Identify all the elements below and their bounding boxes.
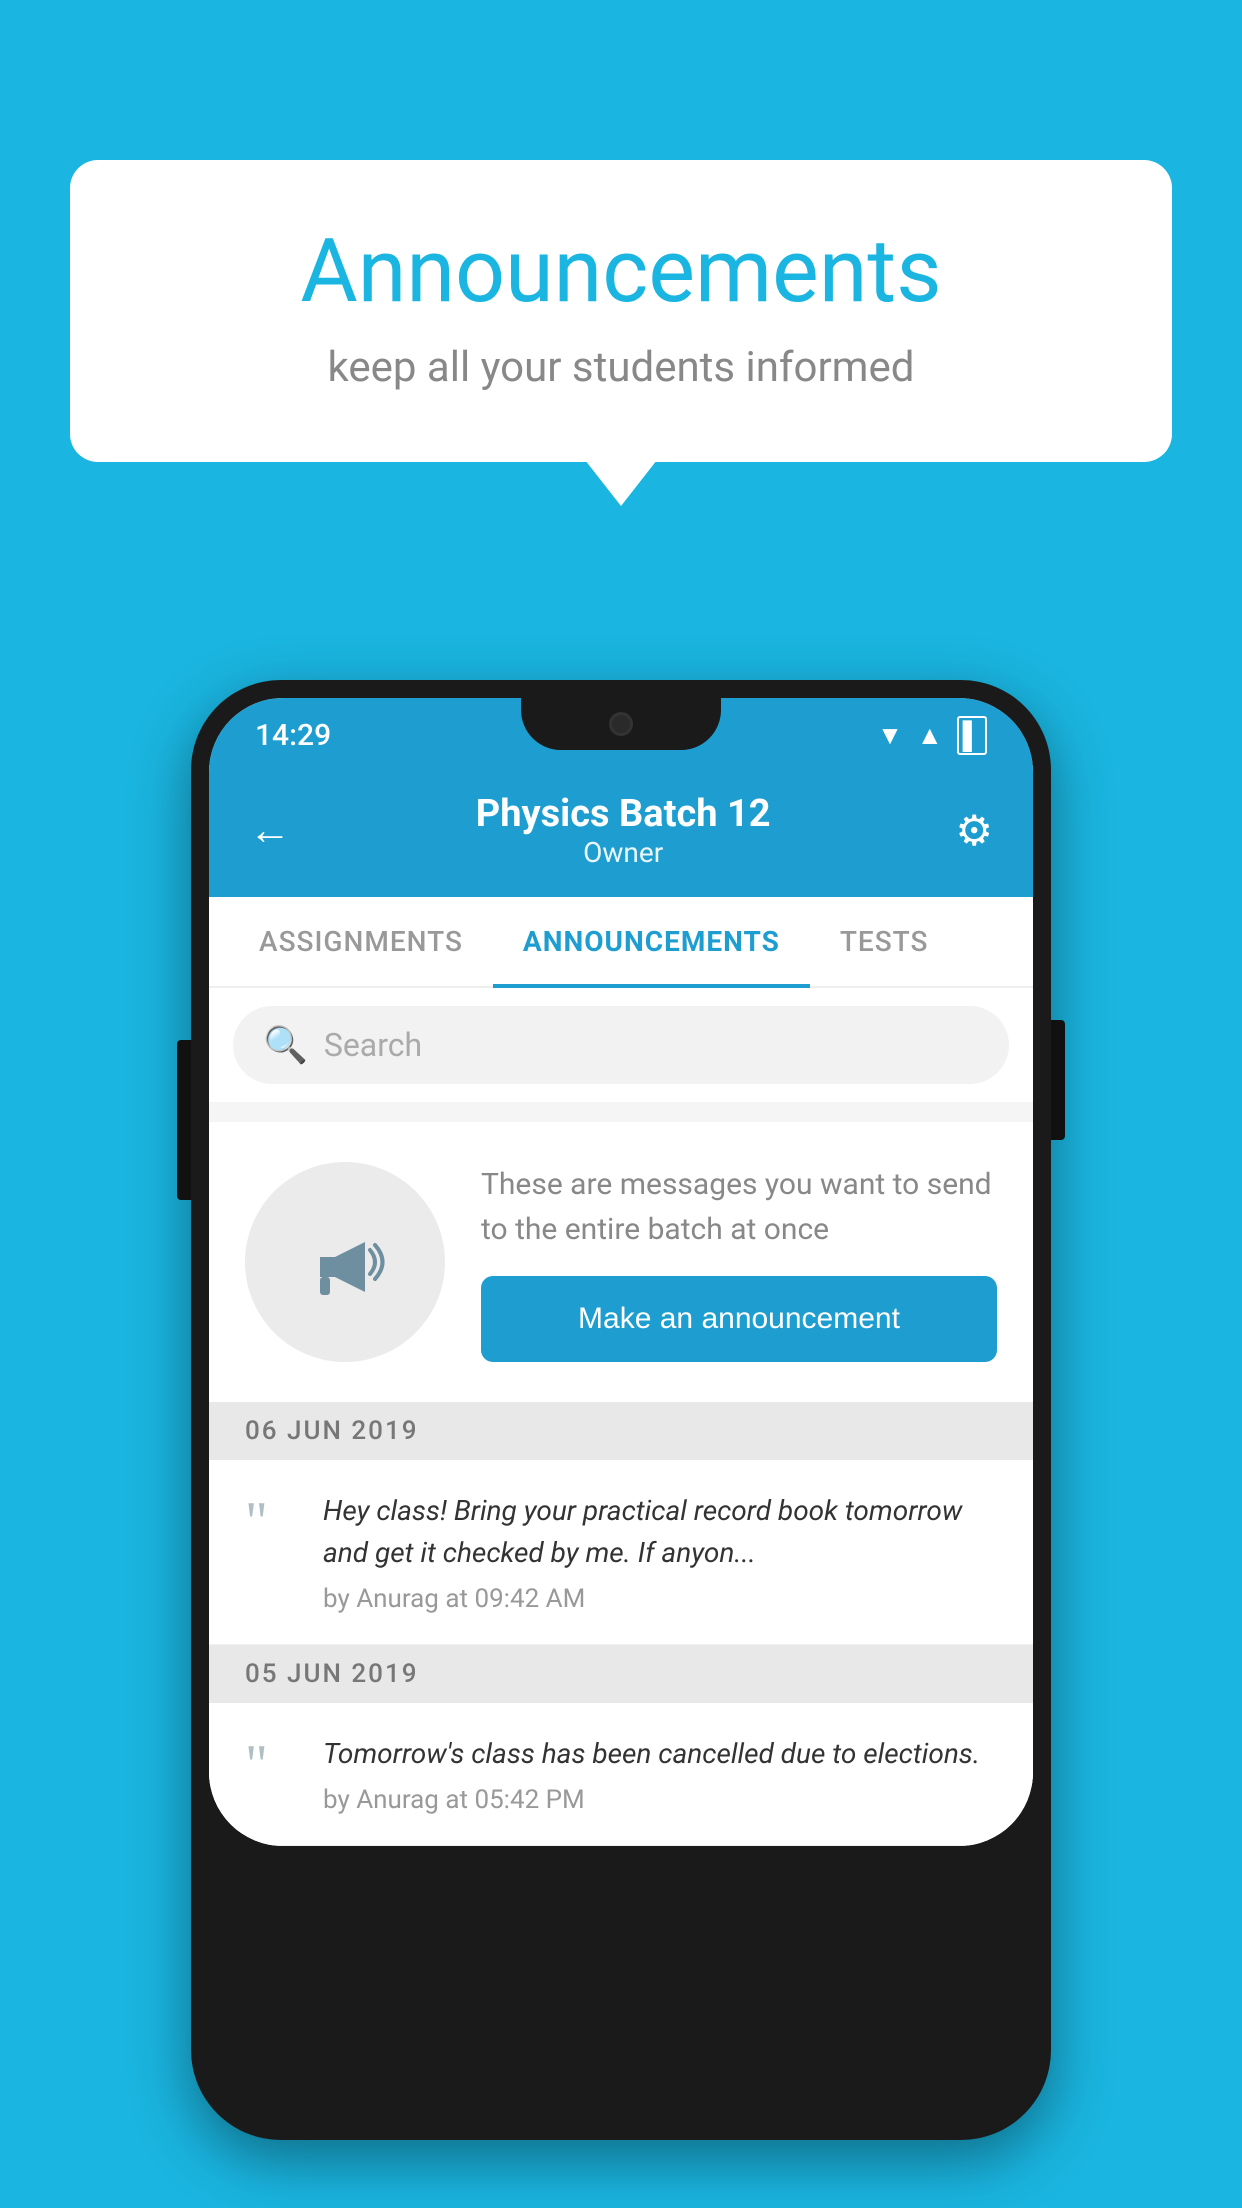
status-bar: 14:29 ▼ ▲ ▌: [209, 698, 1033, 772]
quote-icon-2: ": [245, 1737, 295, 1793]
announcement-prompt-card: These are messages you want to send to t…: [209, 1122, 1033, 1402]
speech-bubble-title: Announcements: [150, 220, 1092, 323]
phone-mockup: 14:29 ▼ ▲ ▌ ← Physics Batch 12 Owner ⚙: [191, 680, 1051, 2140]
announcement-text-block-1: Hey class! Bring your practical record b…: [323, 1490, 997, 1614]
announcement-item-1[interactable]: " Hey class! Bring your practical record…: [209, 1460, 1033, 1645]
announcement-meta-1: by Anurag at 09:42 AM: [323, 1584, 997, 1614]
announcement-message-2: Tomorrow's class has been cancelled due …: [323, 1733, 997, 1775]
app-header: ← Physics Batch 12 Owner ⚙: [209, 772, 1033, 897]
tabs-bar: ASSIGNMENTS ANNOUNCEMENTS TESTS: [209, 897, 1033, 988]
make-announcement-button[interactable]: Make an announcement: [481, 1276, 997, 1362]
search-bar-wrapper: 🔍 Search: [209, 988, 1033, 1102]
back-button[interactable]: ←: [249, 806, 291, 855]
announcement-description: These are messages you want to send to t…: [481, 1162, 997, 1252]
announcement-item-2[interactable]: " Tomorrow's class has been cancelled du…: [209, 1703, 1033, 1846]
announcement-icon-circle: [245, 1162, 445, 1362]
header-title: Physics Batch 12: [476, 792, 771, 836]
announcement-prompt-right: These are messages you want to send to t…: [481, 1162, 997, 1362]
megaphone-icon: [295, 1212, 395, 1312]
announcement-message-1: Hey class! Bring your practical record b…: [323, 1490, 997, 1574]
tab-tests[interactable]: TESTS: [810, 897, 959, 986]
notch: [521, 698, 721, 750]
status-time: 14:29: [255, 718, 331, 753]
signal-icon: ▲: [917, 720, 943, 751]
speech-bubble-section: Announcements keep all your students inf…: [70, 160, 1172, 462]
announcement-meta-2: by Anurag at 05:42 PM: [323, 1785, 997, 1815]
status-icons: ▼ ▲ ▌: [877, 716, 987, 755]
date-separator-2: 05 JUN 2019: [209, 1645, 1033, 1703]
announcement-text-block-2: Tomorrow's class has been cancelled due …: [323, 1733, 997, 1815]
speech-bubble: Announcements keep all your students inf…: [70, 160, 1172, 462]
speech-bubble-subtitle: keep all your students informed: [150, 343, 1092, 392]
header-subtitle: Owner: [476, 836, 771, 869]
tab-assignments[interactable]: ASSIGNMENTS: [229, 897, 493, 986]
date-separator-1: 06 JUN 2019: [209, 1402, 1033, 1460]
wifi-icon: ▼: [877, 720, 903, 751]
battery-icon: ▌: [957, 716, 987, 755]
search-placeholder: Search: [324, 1026, 422, 1064]
quote-icon-1: ": [245, 1494, 295, 1550]
camera-notch: [609, 712, 633, 736]
phone-inner: 14:29 ▼ ▲ ▌ ← Physics Batch 12 Owner ⚙: [209, 698, 1033, 1846]
gear-icon[interactable]: ⚙: [955, 806, 993, 856]
phone-outer: 14:29 ▼ ▲ ▌ ← Physics Batch 12 Owner ⚙: [191, 680, 1051, 2140]
content-area: 🔍 Search: [209, 988, 1033, 1846]
search-bar[interactable]: 🔍 Search: [233, 1006, 1009, 1084]
search-icon: 🔍: [263, 1024, 308, 1066]
header-title-group: Physics Batch 12 Owner: [476, 792, 771, 869]
tab-announcements[interactable]: ANNOUNCEMENTS: [493, 897, 810, 986]
